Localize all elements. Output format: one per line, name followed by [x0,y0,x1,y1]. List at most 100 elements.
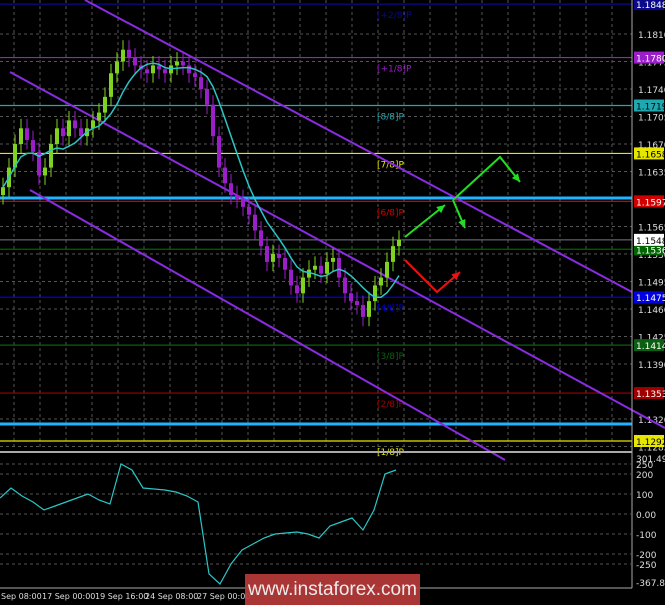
candle [127,49,131,58]
osc-tick: 100 [636,491,653,501]
candle [241,199,245,207]
level-label: [8/8]P [377,113,405,123]
candle [337,257,341,278]
candle [313,265,317,270]
candle [103,96,107,113]
time-tick: 19 Sep 16:00 [95,592,148,601]
osc-tick: 200 [636,471,653,481]
candle [205,89,209,105]
forecast-arrow [404,259,461,294]
candle [259,230,263,247]
price-tick: 1.1635 [638,169,665,179]
candle [301,277,305,294]
candle [181,61,185,66]
candle [163,69,167,74]
candle [61,128,65,137]
candle [187,65,191,74]
candle [199,77,203,89]
chart-canvas[interactable]: 1.18101.17751.17401.17051.16701.16351.15… [0,0,665,605]
candle [19,128,23,144]
candle [67,120,71,137]
osc-tick: -250 [636,561,657,571]
time-tick: Sep 08:00 [1,592,42,601]
channel-line [9,71,665,429]
price-tag-text: 1.1536 [636,246,665,256]
candle [277,254,281,258]
price-tag-text: 1.1780 [636,55,665,65]
osc-tick: 250 [636,461,653,471]
channel-line [84,0,633,293]
candle [175,61,179,66]
chart: 1.18101.17751.17401.17051.16701.16351.15… [0,0,665,605]
watermark: www.instaforex.com [245,574,420,605]
price-tick: 1.1705 [638,114,665,124]
oscillator-line [0,463,397,585]
candle [343,277,347,294]
channel-line [29,189,506,461]
candle [355,301,359,306]
candle [349,293,353,302]
candle [43,167,47,176]
price-tag-text: 1.1292 [636,438,665,448]
candle [97,112,101,121]
price-tick: 1.1390 [638,361,665,371]
level-label: [+1/8]P [377,65,412,75]
candle [151,65,155,74]
candle [391,246,395,262]
osc-min: -367.870 [636,579,665,589]
time-tick: 24 Sep 08:00 [145,592,198,601]
candle [49,144,53,168]
osc-tick: 0.00 [636,511,656,521]
price-tag-text: 1.1475 [636,294,665,304]
candle [379,277,383,286]
candle [31,140,35,152]
candle [397,239,401,247]
candle [265,246,269,262]
candle [373,285,377,302]
candle [55,128,59,144]
level-label: [+2/8]P [377,11,412,21]
candle [331,257,335,262]
price-tag-text: 1.1848 [636,1,665,11]
osc-tick: -200 [636,551,657,561]
candle [133,57,137,66]
price-tick: 1.1495 [638,279,665,289]
level-label: [6/8]P [377,208,405,218]
current-price-text: 1.1548 [636,237,665,247]
candle [253,214,257,231]
candle [367,301,371,317]
price-tag-text: 1.1658 [636,150,665,160]
candle [385,261,389,278]
candle [73,120,77,129]
candle [283,257,287,270]
candle [211,104,215,137]
candle [157,65,161,70]
price-tick: 1.1740 [638,86,665,96]
price-tag-text: 1.1597 [636,198,665,208]
candle [271,254,275,262]
candle [325,261,329,274]
candle [1,187,5,196]
price-tag-text: 1.1353 [636,390,665,400]
candle [289,269,293,286]
candle [109,73,113,97]
candle [217,136,221,168]
candle [361,305,365,317]
candle [193,73,197,78]
candle [115,61,119,74]
osc-tick: -100 [636,531,657,541]
candle [235,195,239,199]
price-tag-text: 1.1414 [636,342,665,352]
level-label: [3/8]P [377,352,405,362]
price-tick: 1.1565 [638,224,665,234]
level-label: [4/8]P [377,304,405,314]
candle [145,69,149,74]
candle [229,183,233,196]
candle [319,265,323,274]
candle [121,49,125,62]
candle [25,128,29,141]
forecast-arrow [452,155,521,201]
time-tick: 17 Sep 00:00 [42,592,95,601]
candle [295,285,299,294]
price-tick: 1.1810 [638,31,665,41]
